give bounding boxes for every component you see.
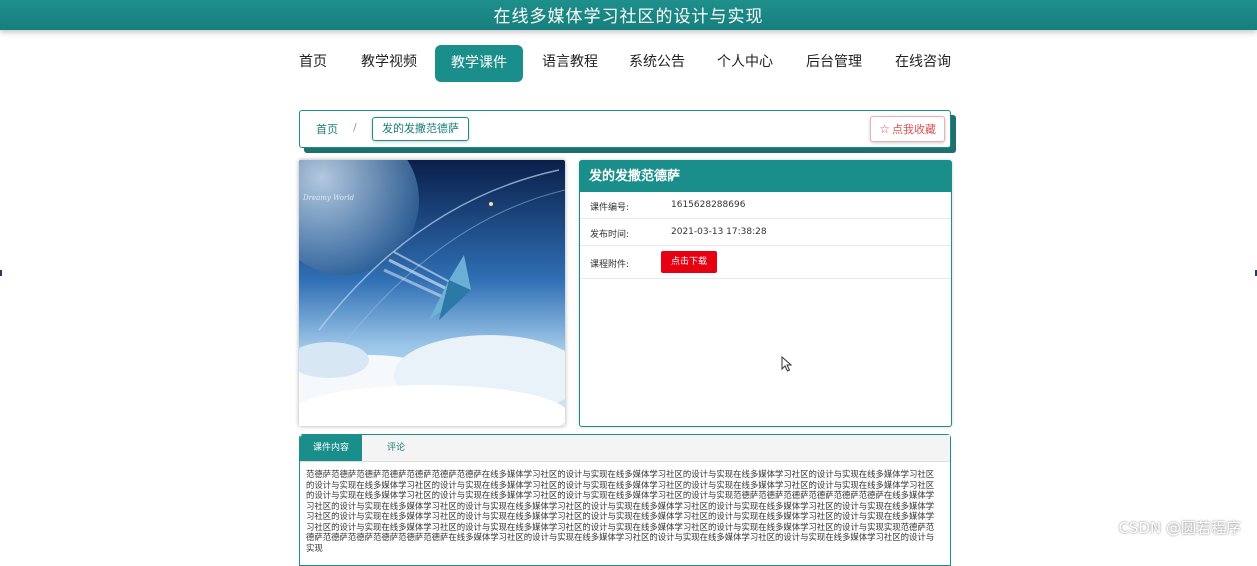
info-value-publish-time: 2021-03-13 17:38:28: [671, 227, 767, 237]
info-value-id: 1615628288696: [671, 200, 746, 210]
nav-personal-center[interactable]: 个人中心: [717, 44, 773, 80]
nav-home[interactable]: 首页: [299, 44, 327, 80]
favorite-button[interactable]: ☆ 点我收藏: [870, 116, 945, 142]
breadcrumb: 首页 / 发的发撒范德萨 ☆ 点我收藏: [299, 110, 951, 148]
nav-announcements[interactable]: 系统公告: [629, 44, 685, 80]
cover-caption: Dreamy World: [302, 194, 355, 202]
star-outline-icon: ☆: [879, 122, 890, 136]
mouse-cursor-icon: [781, 356, 793, 372]
nav-language-tutorials[interactable]: 语言教程: [542, 44, 598, 80]
breadcrumb-home-link[interactable]: 首页: [316, 121, 338, 137]
breadcrumb-separator: /: [353, 121, 357, 134]
info-row-publish-time: 发布时间: 2021-03-13 17:38:28: [580, 219, 951, 246]
site-title: 在线多媒体学习社区的设计与实现: [493, 7, 764, 27]
main-nav: 首页 教学视频 教学课件 语言教程 系统公告 个人中心 后台管理 在线咨询: [0, 44, 1257, 82]
info-label-id: 课件编号:: [590, 203, 630, 213]
nav-courseware[interactable]: 教学课件: [435, 45, 523, 82]
nav-admin[interactable]: 后台管理: [806, 44, 862, 80]
tab-courseware-content[interactable]: 课件内容: [300, 435, 362, 461]
tab-comments[interactable]: 评论: [386, 435, 406, 461]
cover-artwork: Dreamy World: [299, 160, 565, 426]
info-row-attachment: 课程附件: 点击下载: [580, 246, 951, 279]
watermark: CSDN @圆若程序: [1118, 519, 1241, 537]
courseware-cover-image: Dreamy World: [299, 160, 565, 426]
site-header: 在线多媒体学习社区的设计与实现: [0, 0, 1257, 30]
nav-teaching-videos[interactable]: 教学视频: [361, 44, 417, 80]
tabs-header: 课件内容 评论: [300, 435, 950, 462]
breadcrumb-current: 发的发撒范德萨: [372, 117, 469, 141]
nav-online-consult[interactable]: 在线咨询: [895, 44, 951, 80]
courseware-content-text: 范德萨范德萨范德萨范德萨范德萨范德萨范德萨在线多媒体学习社区的设计与实现在线多媒…: [306, 469, 935, 553]
favorite-button-label: 点我收藏: [892, 123, 936, 136]
download-button[interactable]: 点击下载: [661, 251, 718, 273]
courseware-title: 发的发撒范德萨: [580, 161, 951, 192]
edge-marker-left: [0, 270, 2, 276]
courseware-info-panel: 发的发撒范德萨 课件编号: 1615628288696 发布时间: 2021-0…: [579, 160, 952, 427]
info-label-attachment: 课程附件:: [590, 260, 630, 270]
info-label-publish-time: 发布时间:: [590, 230, 630, 240]
content-tabs-panel: 课件内容 评论 范德萨范德萨范德萨范德萨范德萨范德萨范德萨在线多媒体学习社区的设…: [299, 434, 951, 566]
info-row-id: 课件编号: 1615628288696: [580, 192, 951, 219]
